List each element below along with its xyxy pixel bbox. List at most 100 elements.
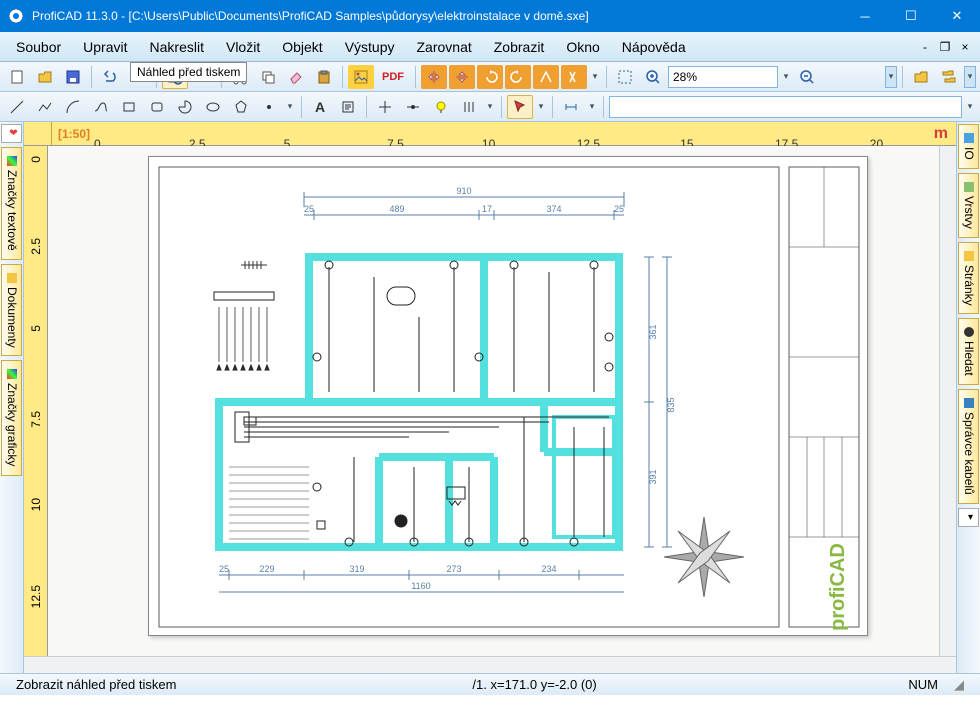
separator (91, 66, 92, 88)
svg-text:835: 835 (666, 397, 676, 412)
undo-button[interactable] (97, 65, 123, 89)
mdi-restore[interactable]: ❐ (936, 40, 954, 54)
svg-text:489: 489 (389, 204, 404, 214)
menu-outputs[interactable]: Výstupy (335, 36, 405, 58)
shear-button[interactable] (561, 65, 587, 89)
save-button[interactable] (60, 65, 86, 89)
ellipse-tool[interactable] (200, 95, 226, 119)
misc-tab[interactable]: ▾ (958, 508, 979, 527)
scrollbar-horizontal[interactable] (24, 656, 956, 673)
search-tab[interactable]: Hledat (958, 318, 979, 385)
connector-tool[interactable] (400, 95, 426, 119)
menu-draw[interactable]: Nakreslit (140, 36, 214, 58)
polyline-tool[interactable] (32, 95, 58, 119)
menu-edit[interactable]: Upravit (73, 36, 137, 58)
cable-manager-tab[interactable]: Správce kabelů (958, 389, 979, 504)
minimize-button[interactable]: ─ (842, 0, 888, 32)
symbols-text-tab[interactable]: Značky textově (1, 147, 22, 260)
maximize-button[interactable]: ☐ (888, 0, 934, 32)
rect-tool[interactable] (116, 95, 142, 119)
zoom-dropdown[interactable]: ▾ (780, 71, 792, 82)
toolbar-main: PDF ▾ ▾ ▾ ▾ Náhled před tiskem (0, 62, 980, 92)
zoom-fit-button[interactable] (612, 65, 638, 89)
scrollbar-vertical[interactable] (939, 146, 956, 656)
pages-tab[interactable]: Stránky (958, 242, 979, 315)
menu-bar: Soubor Upravit Nakreslit Vložit Objekt V… (0, 32, 980, 62)
folder-tree-button[interactable] (936, 65, 962, 89)
elec-dropdown[interactable]: ▾ (484, 101, 496, 112)
status-coords: /1. x=171.0 y=-2.0 (0) (464, 677, 604, 692)
canvas-body: 0 2.5 5 7.5 10 12.5 (24, 146, 956, 656)
resize-grip-icon[interactable]: ◢ (946, 677, 972, 693)
select-dropdown[interactable]: ▾ (535, 101, 547, 112)
command-input[interactable] (609, 96, 962, 118)
line-tool[interactable] (4, 95, 30, 119)
cmd-dropdown[interactable]: ▾ (964, 101, 976, 112)
dimension-tool[interactable] (558, 95, 584, 119)
bulb-tool[interactable] (428, 95, 454, 119)
io-tab[interactable]: IO (958, 124, 979, 169)
symbols-graphic-tab[interactable]: Značky graficky (1, 360, 22, 475)
toolbar-overflow-2[interactable]: ▾ (964, 66, 976, 88)
drawing-svg: Vypracoval: Václav Sedláček Kreslit: Tec… (149, 157, 869, 637)
junction-tool[interactable] (372, 95, 398, 119)
flip-h-button[interactable] (421, 65, 447, 89)
separator (415, 66, 416, 88)
transform-dropdown[interactable]: ▾ (589, 71, 601, 82)
svg-text:319: 319 (349, 564, 364, 574)
folder-button[interactable] (908, 65, 934, 89)
paste-button[interactable] (311, 65, 337, 89)
spline-tool[interactable] (88, 95, 114, 119)
menu-help[interactable]: Nápověda (612, 36, 696, 58)
textblock-tool[interactable] (335, 95, 361, 119)
mdi-minimize[interactable]: - (916, 40, 934, 54)
point-tool[interactable] (256, 95, 282, 119)
documents-tab[interactable]: Dokumenty (1, 264, 22, 357)
open-button[interactable] (32, 65, 58, 89)
new-button[interactable] (4, 65, 30, 89)
zoom-out-button[interactable] (794, 65, 820, 89)
menu-view[interactable]: Zobrazit (484, 36, 555, 58)
export-image-button[interactable] (348, 65, 374, 89)
dim-dropdown[interactable]: ▾ (586, 101, 598, 112)
polygon-tool[interactable] (228, 95, 254, 119)
menu-window[interactable]: Okno (556, 36, 609, 58)
flip-v-button[interactable] (449, 65, 475, 89)
svg-text:273: 273 (446, 564, 461, 574)
pie-tool[interactable] (172, 95, 198, 119)
zoom-in-button[interactable] (640, 65, 666, 89)
page: Vypracoval: Václav Sedláček Kreslit: Tec… (148, 156, 868, 636)
eraser-button[interactable] (283, 65, 309, 89)
mirror-button[interactable] (533, 65, 559, 89)
bus-tool[interactable] (456, 95, 482, 119)
rotate-right-button[interactable] (505, 65, 531, 89)
draw-dropdown[interactable]: ▾ (284, 101, 296, 112)
menu-object[interactable]: Objekt (272, 36, 332, 58)
canvas-area: [1:50] 0 2.5 5 7.5 10 12.5 15 17.5 20 m … (24, 122, 956, 673)
layers-tab[interactable]: Vrstvy (958, 173, 979, 238)
window-title: ProfiCAD 11.3.0 - [C:\Users\Public\Docum… (32, 9, 842, 23)
export-pdf-button[interactable]: PDF (376, 65, 410, 89)
drawing-canvas[interactable]: Vypracoval: Václav Sedláček Kreslit: Tec… (48, 146, 939, 656)
menu-file[interactable]: Soubor (6, 36, 71, 58)
scale-label: [1:50] (54, 127, 94, 141)
favorites-tab[interactable]: ❤ (1, 124, 22, 143)
roundrect-tool[interactable] (144, 95, 170, 119)
mdi-close[interactable]: × (956, 40, 974, 54)
separator (603, 96, 604, 118)
select-tool[interactable] (507, 95, 533, 119)
status-bar: Zobrazit náhled před tiskem /1. x=171.0 … (0, 673, 980, 695)
rotate-left-button[interactable] (477, 65, 503, 89)
arc-tool[interactable] (60, 95, 86, 119)
menu-align[interactable]: Zarovnat (407, 36, 482, 58)
copy-button[interactable] (255, 65, 281, 89)
close-button[interactable]: ✕ (934, 0, 980, 32)
zoom-input[interactable] (668, 66, 778, 88)
menu-insert[interactable]: Vložit (216, 36, 270, 58)
work-area: ❤ Značky textově Dokumenty Značky grafic… (0, 122, 980, 673)
app-icon (6, 6, 26, 26)
svg-text:1160: 1160 (411, 581, 430, 591)
toolbar-overflow[interactable]: ▾ (885, 66, 897, 88)
separator (606, 66, 607, 88)
text-tool[interactable]: A (307, 95, 333, 119)
